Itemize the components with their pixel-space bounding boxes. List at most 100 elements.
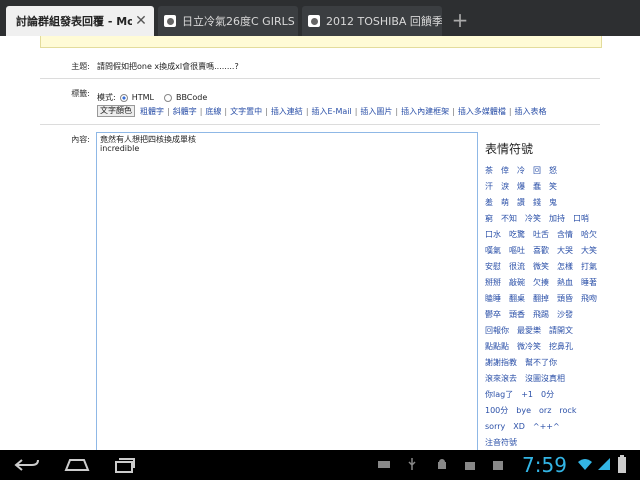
emoticon-link[interactable]: 0分 xyxy=(541,389,554,400)
emoticon-link[interactable]: 微笑 xyxy=(533,261,549,272)
emoticon-link[interactable]: 哈欠 xyxy=(581,229,597,240)
recent-apps-icon[interactable] xyxy=(114,456,136,474)
tab-close-icon[interactable]: ✕ xyxy=(132,13,150,29)
tab-3[interactable]: 2012 TOSHIBA 回饋季大... xyxy=(302,6,442,36)
emoticon-link[interactable]: XD xyxy=(513,422,525,431)
emoticon-link[interactable]: 頭香 xyxy=(509,309,525,320)
emoticon-link[interactable]: 加持 xyxy=(549,213,565,224)
emoticon-link[interactable]: orz xyxy=(539,406,551,415)
emoticon-link[interactable]: 沒圖沒真相 xyxy=(525,373,565,384)
emoticon-link[interactable]: 回 xyxy=(533,165,541,176)
emoticon-link[interactable]: 安慰 xyxy=(485,261,501,272)
radio-html[interactable] xyxy=(119,93,128,102)
back-icon[interactable] xyxy=(14,456,40,474)
emoticon-link[interactable]: 茶 xyxy=(485,165,493,176)
emoticon-link[interactable]: 熱血 xyxy=(557,277,573,288)
emoticon-link[interactable]: 笑 xyxy=(549,181,557,192)
tool-image[interactable]: 插入圖片 xyxy=(360,106,392,117)
battery-icon xyxy=(618,455,626,473)
emoticon-link[interactable]: 睡著 xyxy=(581,277,597,288)
emoticon-link[interactable]: 打氣 xyxy=(581,261,597,272)
emoticon-link[interactable]: 嘔吐 xyxy=(509,245,525,256)
emoticon-link[interactable]: 冷笑 xyxy=(525,213,541,224)
notice-banner xyxy=(40,36,602,48)
emoticon-link[interactable]: 嘆氣 xyxy=(485,245,501,256)
home-icon[interactable] xyxy=(64,456,90,474)
emoticon-link[interactable]: 挖鼻孔 xyxy=(549,341,573,352)
tool-underline[interactable]: 底線 xyxy=(205,106,221,117)
emoticon-link[interactable]: 冷 xyxy=(517,165,525,176)
tool-media[interactable]: 插入多媒體檔 xyxy=(458,106,506,117)
emoticon-row: 滾來滾去 沒圖沒真相 xyxy=(485,370,635,386)
emoticon-link[interactable]: 口水 xyxy=(485,229,501,240)
tool-email[interactable]: 插入E-Mail xyxy=(312,106,352,117)
tab-label: 討論群組發表回覆 - Mobi... xyxy=(16,15,132,28)
emoticon-link[interactable]: 謝謝指教 xyxy=(485,357,517,368)
emoticon-link[interactable]: 鬼 xyxy=(549,197,557,208)
emoticon-link[interactable]: sorry xyxy=(485,422,505,431)
radio-bbcode[interactable] xyxy=(163,93,172,102)
emoticon-link[interactable]: 微冷笑 xyxy=(517,341,541,352)
emoticon-link[interactable]: 淚 xyxy=(501,181,509,192)
new-tab-icon[interactable]: + xyxy=(448,8,472,34)
emoticon-link[interactable]: 口哨 xyxy=(573,213,589,224)
tab-active[interactable]: 討論群組發表回覆 - Mobi... ✕ xyxy=(6,6,154,36)
emoticon-link[interactable]: 翻掉 xyxy=(533,293,549,304)
emoticon-link[interactable]: 100分 xyxy=(485,405,508,416)
emoticon-link[interactable]: 敲碗 xyxy=(509,277,525,288)
tool-iframe[interactable]: 插入內建框架 xyxy=(401,106,449,117)
emoticon-link[interactable]: 滾來滾去 xyxy=(485,373,517,384)
emoticon-link[interactable]: 萌 xyxy=(501,197,509,208)
emoticon-link[interactable]: ^++^ xyxy=(533,422,560,431)
emoticon-link[interactable]: 羞 xyxy=(485,197,493,208)
emoticon-link[interactable]: 含情 xyxy=(557,229,573,240)
content-textarea[interactable]: 竟然有人想把四核換成單核 incredible xyxy=(96,132,478,450)
tool-bold[interactable]: 粗體字 xyxy=(140,106,164,117)
emoticon-link[interactable]: 大哭 xyxy=(557,245,573,256)
emoticon-link[interactable]: 注音符號 xyxy=(485,437,517,448)
emoticon-link[interactable]: 掰掰 xyxy=(485,277,501,288)
emoticon-link[interactable]: 汗 xyxy=(485,181,493,192)
emoticon-link[interactable]: 你lag了 xyxy=(485,389,513,400)
emoticon-link[interactable]: 爆 xyxy=(517,181,525,192)
emoticon-link[interactable]: 最愛樂 xyxy=(517,325,541,336)
emoticon-link[interactable]: 蠢 xyxy=(533,181,541,192)
emoticon-link[interactable]: +1 xyxy=(521,390,533,399)
emoticon-link[interactable]: 點點點 xyxy=(485,341,509,352)
emoticon-link[interactable]: 大笑 xyxy=(581,245,597,256)
emoticon-link[interactable]: 吃驚 xyxy=(509,229,525,240)
emoticon-link[interactable]: 窮 xyxy=(485,213,493,224)
clock: 7:59 xyxy=(522,453,567,477)
emoticon-link[interactable]: 飛吻 xyxy=(581,293,597,304)
emoticon-link[interactable]: 鬱卒 xyxy=(485,309,501,320)
tool-table[interactable]: 插入表格 xyxy=(515,106,547,117)
browser-tab-strip: 討論群組發表回覆 - Mobi... ✕ 日立冷氣26度C GIRLS 2012… xyxy=(0,0,640,36)
emoticon-link[interactable]: 翻桌 xyxy=(509,293,525,304)
emoticon-row: 掰掰 敲碗 欠揍 熱血 睡著 xyxy=(485,274,635,290)
emoticon-link[interactable]: 怎樣 xyxy=(557,261,573,272)
tool-center[interactable]: 文字置中 xyxy=(230,106,262,117)
emoticon-link[interactable]: rock xyxy=(559,406,576,415)
tool-italic[interactable]: 斜體字 xyxy=(173,106,197,117)
emoticon-link[interactable]: 欠揍 xyxy=(533,277,549,288)
emoticon-link[interactable]: bye xyxy=(516,406,531,415)
emoticon-link[interactable]: 不知 xyxy=(501,213,517,224)
subject-value[interactable]: 請問假如把one x換成xl會很賣嗎........? xyxy=(97,61,239,72)
emoticon-link[interactable]: 吐舌 xyxy=(533,229,549,240)
emoticon-link[interactable]: 瞌睡 xyxy=(485,293,501,304)
emoticon-link[interactable]: 怒 xyxy=(549,165,557,176)
emoticon-link[interactable]: 喜歡 xyxy=(533,245,549,256)
emoticon-link[interactable]: 很流 xyxy=(509,261,525,272)
emoticon-link[interactable]: 錢 xyxy=(533,197,541,208)
tab-2[interactable]: 日立冷氣26度C GIRLS xyxy=(158,6,298,36)
emoticon-link[interactable]: 讚 xyxy=(517,197,525,208)
emoticon-link[interactable]: 回報你 xyxy=(485,325,509,336)
tool-link[interactable]: 插入連結 xyxy=(271,106,303,117)
emoticon-link[interactable]: 倖 xyxy=(501,165,509,176)
emoticon-link[interactable]: 請開文 xyxy=(549,325,573,336)
emoticon-link[interactable]: 沙發 xyxy=(557,309,573,320)
emoticon-link[interactable]: 飛踢 xyxy=(533,309,549,320)
emoticon-link[interactable]: 頭昏 xyxy=(557,293,573,304)
emoticon-link[interactable]: 幫不了你 xyxy=(525,357,557,368)
color-select[interactable]: 文字顏色 xyxy=(97,105,135,117)
